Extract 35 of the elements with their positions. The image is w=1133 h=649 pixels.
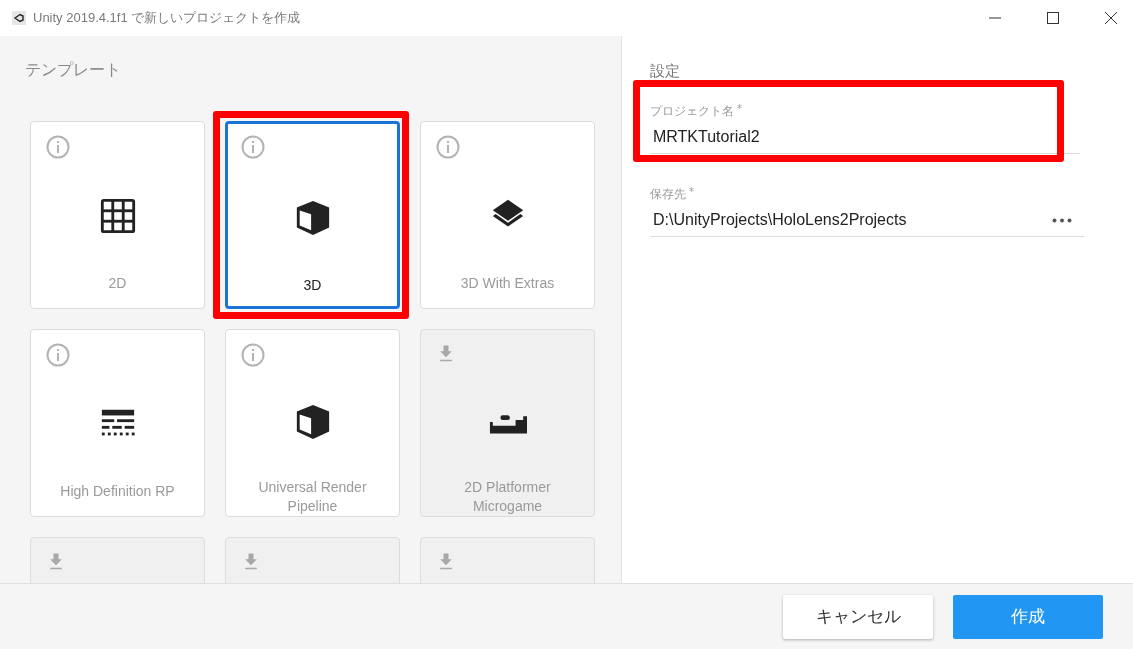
template-card[interactable]: High Definition RP xyxy=(30,329,205,517)
required-mark: * xyxy=(689,186,694,197)
template-label: 3D With Extras xyxy=(459,274,556,293)
create-button[interactable]: 作成 xyxy=(953,594,1103,639)
info-icon[interactable] xyxy=(46,135,70,159)
close-icon[interactable] xyxy=(1105,12,1117,24)
templates-heading: テンプレート xyxy=(25,60,122,81)
more-icon[interactable] xyxy=(1052,217,1072,223)
info-icon[interactable] xyxy=(436,135,460,159)
settings-heading: 設定 xyxy=(650,62,681,81)
field-value: MRTKTutorial2 xyxy=(653,128,760,146)
info-icon[interactable] xyxy=(241,343,265,367)
template-label: 2D xyxy=(107,274,128,293)
template-label: High Definition RP xyxy=(59,482,176,501)
input-field[interactable]: MRTKTutorial2 xyxy=(650,120,1080,154)
info-icon[interactable] xyxy=(241,135,265,159)
field-label: 保存先 xyxy=(650,186,686,203)
template-label: Universal Render Pipeline xyxy=(257,478,368,516)
input-field[interactable]: D:\UnityProjects\HoloLens2Projects xyxy=(650,203,1084,237)
window-title: Unity 2019.4.1f1 で新しいプロジェクトを作成 xyxy=(33,9,301,27)
required-mark: * xyxy=(737,103,742,114)
maximize-icon[interactable] xyxy=(1047,12,1059,24)
field-value: D:\UnityProjects\HoloLens2Projects xyxy=(653,211,907,229)
template-card[interactable]: 2D Platformer Microgame xyxy=(420,329,595,517)
cancel-button[interactable]: キャンセル xyxy=(783,594,933,639)
template-card[interactable]: 3D xyxy=(225,121,400,309)
template-label: 2D Platformer Microgame xyxy=(463,478,552,516)
template-label: 3D xyxy=(302,276,323,295)
field-label: プロジェクト名 xyxy=(650,103,734,120)
app-logo-icon xyxy=(12,11,26,25)
template-card[interactable]: Universal Render Pipeline xyxy=(225,329,400,517)
grid-icon xyxy=(98,197,137,235)
template-card[interactable]: 2D xyxy=(30,121,205,309)
info-icon[interactable] xyxy=(46,343,70,367)
template-card[interactable]: 3D With Extras xyxy=(420,121,595,309)
